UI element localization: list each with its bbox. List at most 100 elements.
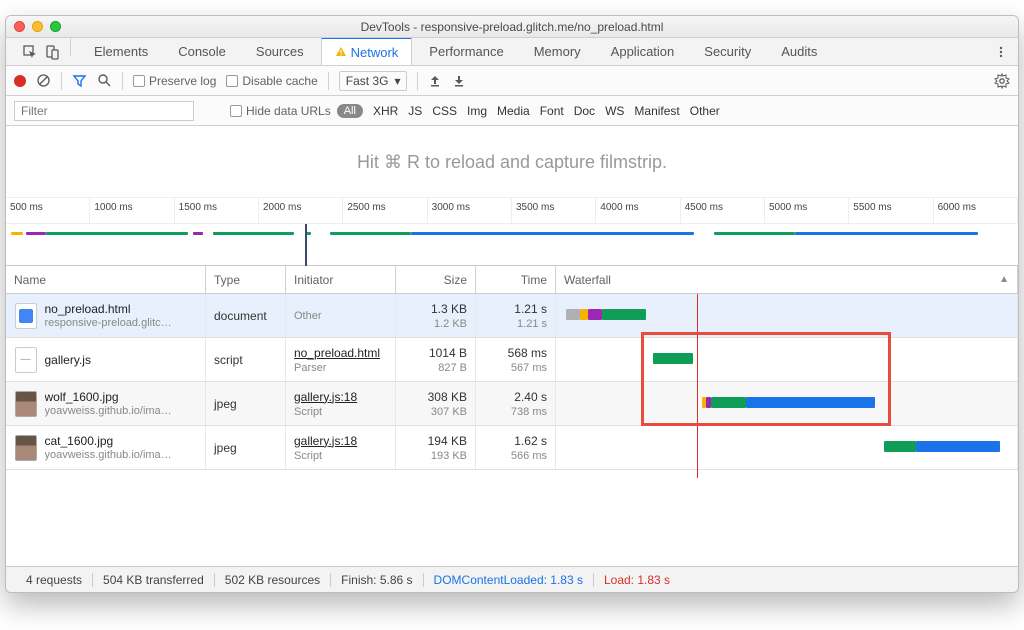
file-icon <box>15 347 37 373</box>
file-icon <box>15 391 37 417</box>
device-toggle-icon[interactable] <box>44 44 60 60</box>
filter-all[interactable]: All <box>337 104 363 118</box>
request-domain: yoavweiss.github.io/ima… <box>45 449 197 461</box>
record-button[interactable] <box>14 75 26 87</box>
request-initiator[interactable]: gallery.js:18 <box>294 390 357 404</box>
table-header: Name Type Initiator Size Time Waterfall▲ <box>6 266 1018 294</box>
tab-security[interactable]: Security <box>691 38 764 65</box>
filter-font[interactable]: Font <box>540 104 564 118</box>
col-waterfall[interactable]: Waterfall▲ <box>556 266 1018 293</box>
overview-timeline[interactable]: 500 ms1000 ms1500 ms2000 ms2500 ms3000 m… <box>6 198 1018 266</box>
warning-icon <box>335 46 347 58</box>
tab-network-label: Network <box>351 45 399 60</box>
tab-elements[interactable]: Elements <box>81 38 161 65</box>
waterfall-bar <box>564 299 1009 332</box>
request-initiator-sub: Script <box>294 450 322 462</box>
col-time[interactable]: Time <box>476 266 556 293</box>
request-type: document <box>206 294 286 337</box>
clear-icon[interactable] <box>36 73 51 88</box>
inspect-icon[interactable] <box>22 44 38 60</box>
request-name: wolf_1600.jpg <box>45 390 197 404</box>
devtools-window: DevTools - responsive-preload.glitch.me/… <box>5 15 1019 593</box>
request-size-sub: 193 KB <box>431 450 467 462</box>
settings-icon[interactable] <box>994 73 1010 89</box>
filter-types: All XHR JS CSS Img Media Font Doc WS Man… <box>337 104 720 118</box>
throttling-select[interactable]: Fast 3G ▾ <box>339 71 408 91</box>
preserve-log-checkbox[interactable]: Preserve log <box>133 74 216 88</box>
request-size: 1.3 KB <box>431 302 467 316</box>
hide-data-urls-checkbox[interactable]: Hide data URLs <box>230 104 331 118</box>
filter-xhr[interactable]: XHR <box>373 104 398 118</box>
request-domain: yoavweiss.github.io/ima… <box>45 405 197 417</box>
filter-bar: Hide data URLs All XHR JS CSS Img Media … <box>6 96 1018 126</box>
request-time: 1.62 s <box>514 434 547 448</box>
col-size[interactable]: Size <box>396 266 476 293</box>
tab-audits[interactable]: Audits <box>768 38 830 65</box>
minimize-button[interactable] <box>32 21 43 32</box>
table-row[interactable]: gallery.js script no_preload.htmlParser … <box>6 338 1018 382</box>
col-initiator[interactable]: Initiator <box>286 266 396 293</box>
request-size-sub: 307 KB <box>431 406 467 418</box>
filter-css[interactable]: CSS <box>432 104 457 118</box>
throttling-value: Fast 3G <box>346 74 389 88</box>
disable-cache-label: Disable cache <box>242 74 317 88</box>
tab-console[interactable]: Console <box>165 38 239 65</box>
request-initiator-sub: Parser <box>294 362 326 374</box>
tab-performance[interactable]: Performance <box>416 38 516 65</box>
filter-doc[interactable]: Doc <box>574 104 595 118</box>
traffic-lights <box>14 21 61 32</box>
request-time: 2.40 s <box>514 390 547 404</box>
table-row[interactable]: cat_1600.jpgyoavweiss.github.io/ima… jpe… <box>6 426 1018 470</box>
filter-js[interactable]: JS <box>408 104 422 118</box>
more-icon[interactable] <box>994 45 1008 59</box>
table-row[interactable]: wolf_1600.jpgyoavweiss.github.io/ima… jp… <box>6 382 1018 426</box>
waterfall-bar <box>564 387 1009 420</box>
filter-input[interactable] <box>14 101 194 121</box>
col-type[interactable]: Type <box>206 266 286 293</box>
col-name[interactable]: Name <box>6 266 206 293</box>
request-name: gallery.js <box>45 353 197 367</box>
file-icon <box>15 303 37 329</box>
request-initiator[interactable]: gallery.js:18 <box>294 434 357 448</box>
request-initiator[interactable]: no_preload.html <box>294 346 380 360</box>
sort-arrow-icon: ▲ <box>999 274 1009 285</box>
maximize-button[interactable] <box>50 21 61 32</box>
request-time-sub: 1.21 s <box>517 318 547 330</box>
close-button[interactable] <box>14 21 25 32</box>
request-initiator: Other <box>294 310 322 322</box>
download-icon[interactable] <box>452 74 466 88</box>
tab-application[interactable]: Application <box>598 38 688 65</box>
search-icon[interactable] <box>97 73 112 88</box>
file-icon <box>15 435 37 461</box>
request-name: no_preload.html <box>45 302 197 316</box>
panel-tabs: Elements Console Sources Network Perform… <box>81 38 830 65</box>
filter-img[interactable]: Img <box>467 104 487 118</box>
request-time-sub: 738 ms <box>511 406 547 418</box>
status-transferred: 504 KB transferred <box>93 573 215 587</box>
titlebar: DevTools - responsive-preload.glitch.me/… <box>6 16 1018 38</box>
request-initiator-sub: Script <box>294 406 322 418</box>
status-load: Load: 1.83 s <box>594 573 680 587</box>
disable-cache-checkbox[interactable]: Disable cache <box>226 74 317 88</box>
tab-sources[interactable]: Sources <box>243 38 317 65</box>
chevron-down-icon: ▾ <box>394 74 400 88</box>
tab-network[interactable]: Network <box>321 37 413 65</box>
waterfall-bar <box>564 343 1009 376</box>
table-row[interactable]: no_preload.htmlresponsive-preload.glitc…… <box>6 294 1018 338</box>
request-time-sub: 566 ms <box>511 450 547 462</box>
request-type: script <box>206 338 286 381</box>
filter-other[interactable]: Other <box>690 104 720 118</box>
request-type: jpeg <box>206 382 286 425</box>
timeline-ruler: 500 ms1000 ms1500 ms2000 ms2500 ms3000 m… <box>6 198 1018 224</box>
request-size-sub: 1.2 KB <box>434 318 467 330</box>
filter-manifest[interactable]: Manifest <box>634 104 679 118</box>
filter-icon[interactable] <box>72 73 87 88</box>
request-name: cat_1600.jpg <box>45 434 197 448</box>
tab-memory[interactable]: Memory <box>521 38 594 65</box>
request-type: jpeg <box>206 426 286 469</box>
filter-media[interactable]: Media <box>497 104 530 118</box>
upload-icon[interactable] <box>428 74 442 88</box>
filter-ws[interactable]: WS <box>605 104 624 118</box>
status-requests: 4 requests <box>16 573 93 587</box>
filmstrip-banner: Hit ⌘ R to reload and capture filmstrip. <box>6 126 1018 198</box>
